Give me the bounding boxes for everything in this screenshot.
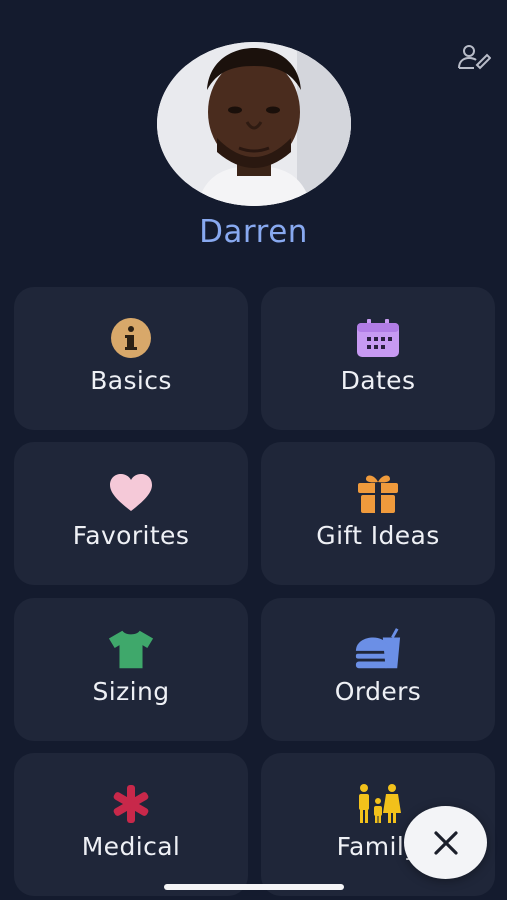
profile-avatar[interactable]	[157, 42, 351, 206]
tile-label: Medical	[81, 832, 181, 861]
calendar-icon	[354, 316, 402, 360]
tile-sizing[interactable]: Sizing	[14, 598, 248, 741]
profile-name: Darren	[199, 214, 308, 250]
tile-label: Basics	[90, 366, 172, 395]
tile-gift-ideas[interactable]: Gift Ideas	[261, 442, 495, 585]
tile-medical[interactable]: Medical	[14, 753, 248, 896]
tile-dates[interactable]: Dates	[261, 287, 495, 430]
tile-label: Favorites	[72, 521, 190, 550]
tile-label: Sizing	[92, 677, 170, 706]
tile-label: Dates	[340, 366, 416, 395]
heart-icon	[107, 471, 155, 515]
close-button[interactable]	[404, 806, 487, 879]
tile-favorites[interactable]: Favorites	[14, 442, 248, 585]
home-indicator[interactable]	[164, 884, 344, 890]
asterisk-icon	[107, 782, 155, 826]
tile-basics[interactable]: Basics	[14, 287, 248, 430]
close-icon	[433, 830, 458, 855]
shirt-icon	[107, 627, 155, 671]
tile-label: Orders	[334, 677, 422, 706]
fastfood-icon	[354, 627, 402, 671]
gift-icon	[354, 471, 402, 515]
info-icon	[107, 316, 155, 360]
tile-orders[interactable]: Orders	[261, 598, 495, 741]
edit-profile-button[interactable]	[454, 40, 494, 74]
family-icon	[354, 782, 402, 826]
tile-label: Gift Ideas	[316, 521, 440, 550]
user-edit-icon	[458, 45, 491, 70]
